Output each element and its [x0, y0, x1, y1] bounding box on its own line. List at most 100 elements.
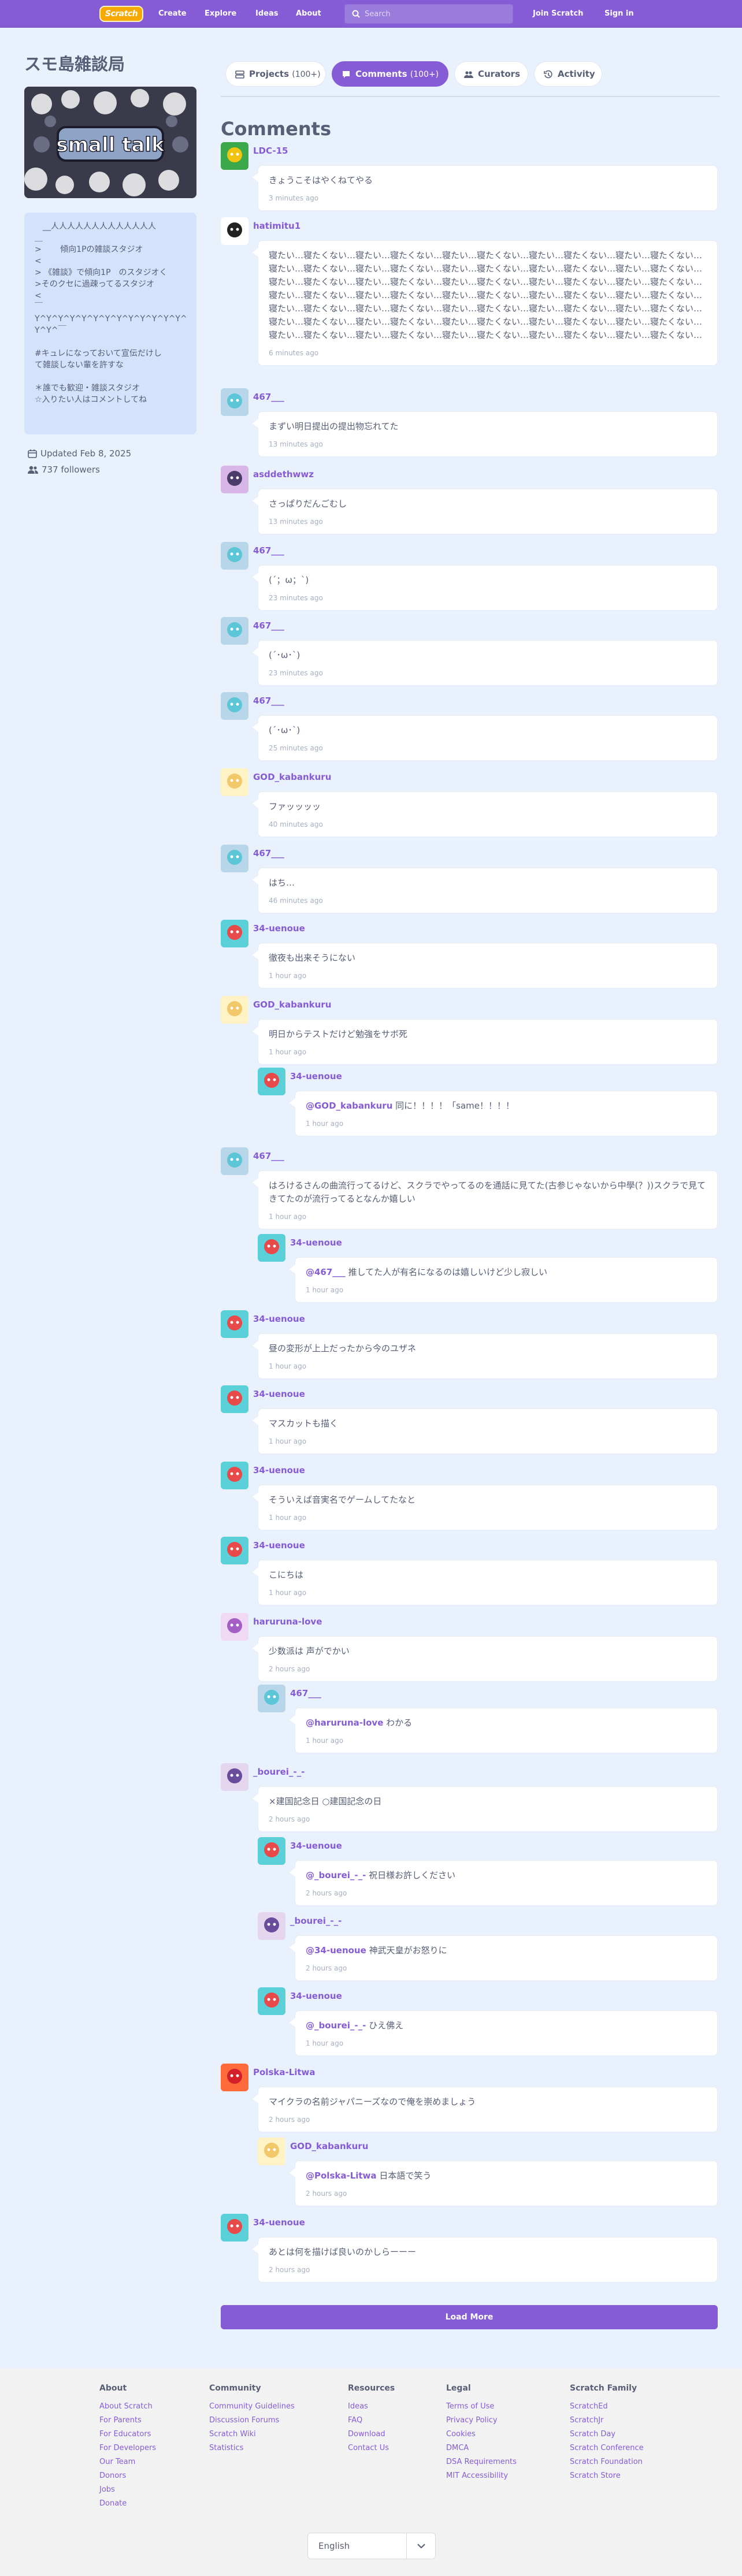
avatar[interactable] — [221, 217, 248, 245]
avatar[interactable] — [258, 1987, 285, 2015]
comment-author[interactable]: 467___ — [253, 1151, 284, 1161]
footer-link[interactable]: Community Guidelines — [209, 2400, 295, 2414]
avatar[interactable] — [221, 1385, 248, 1413]
footer-link[interactable]: Cookies — [446, 2428, 517, 2441]
avatar[interactable] — [221, 920, 248, 947]
footer-link[interactable]: For Educators — [99, 2428, 156, 2441]
footer-link[interactable]: Scratch Day — [570, 2428, 644, 2441]
comment-author[interactable]: 34-uenoue — [290, 1841, 342, 1851]
comment-author[interactable]: 34-uenoue — [253, 1465, 305, 1475]
comment-author[interactable]: 467___ — [253, 545, 284, 556]
comment-mention[interactable]: @467___ — [306, 1267, 346, 1277]
nav-ideas[interactable]: Ideas — [255, 0, 278, 28]
join-scratch-link[interactable]: Join Scratch — [533, 0, 583, 28]
footer-link[interactable]: DSA Requirements — [446, 2455, 517, 2469]
footer-link[interactable]: FAQ — [348, 2414, 395, 2428]
footer-link[interactable]: Scratch Store — [570, 2469, 644, 2483]
avatar[interactable] — [221, 466, 248, 493]
search-input[interactable] — [365, 5, 509, 23]
comment-author[interactable]: 34-uenoue — [253, 923, 305, 934]
tab-projects[interactable]: Projects (100+) — [225, 61, 326, 87]
avatar[interactable] — [258, 1912, 285, 1940]
footer-link[interactable]: Jobs — [99, 2483, 156, 2497]
tab-curators[interactable]: Curators — [454, 61, 528, 87]
comment-author[interactable]: hatimitu1 — [253, 221, 300, 231]
footer-link[interactable]: ScratchEd — [570, 2400, 644, 2414]
nav-create[interactable]: Create — [158, 0, 187, 28]
nav-explore[interactable]: Explore — [205, 0, 236, 28]
load-more-button[interactable]: Load More — [221, 2305, 718, 2329]
comment-mention[interactable]: @_bourei_-_- — [306, 1870, 366, 1880]
scratch-logo[interactable]: Scratch — [99, 6, 143, 22]
avatar[interactable] — [221, 768, 248, 796]
avatar[interactable] — [221, 996, 248, 1024]
avatar[interactable] — [258, 1837, 285, 1865]
comment-author[interactable]: 34-uenoue — [253, 1314, 305, 1324]
comment-mention[interactable]: @34-uenoue — [306, 1945, 366, 1956]
avatar[interactable] — [221, 542, 248, 570]
comment-author[interactable]: 467___ — [253, 392, 284, 402]
comment-author[interactable]: haruruna-love — [253, 1616, 322, 1627]
avatar[interactable] — [221, 2214, 248, 2242]
avatar[interactable] — [258, 1685, 285, 1712]
nav-about[interactable]: About — [296, 0, 321, 28]
footer-link[interactable]: About Scratch — [99, 2400, 156, 2414]
footer-link[interactable]: DMCA — [446, 2441, 517, 2455]
comment-author[interactable]: Polska-Litwa — [253, 2067, 316, 2077]
comment-author[interactable]: 34-uenoue — [253, 1389, 305, 1399]
comment-author[interactable]: _bourei_-_- — [290, 1916, 342, 1926]
comment-author[interactable]: 467___ — [253, 620, 284, 631]
avatar[interactable] — [221, 845, 248, 872]
comment-author[interactable]: 34-uenoue — [253, 1540, 305, 1551]
footer-link[interactable]: Donors — [99, 2469, 156, 2483]
footer-link[interactable]: For Parents — [99, 2414, 156, 2428]
footer-link[interactable]: Terms of Use — [446, 2400, 517, 2414]
avatar[interactable] — [221, 2064, 248, 2091]
avatar[interactable] — [221, 1613, 248, 1641]
comment-author[interactable]: 467___ — [253, 848, 284, 858]
comment-author[interactable]: GOD_kabankuru — [253, 772, 331, 782]
comment-author[interactable]: 34-uenoue — [290, 1237, 342, 1248]
footer-link[interactable]: For Developers — [99, 2441, 156, 2455]
footer-link[interactable]: Ideas — [348, 2400, 395, 2414]
comment-author[interactable]: LDC-15 — [253, 146, 288, 156]
tab-comments[interactable]: Comments (100+) — [332, 61, 448, 87]
avatar[interactable] — [258, 1234, 285, 1262]
footer-link[interactable]: Contact Us — [348, 2441, 395, 2455]
comment-mention[interactable]: @Polska-Litwa — [306, 2170, 377, 2181]
comment-author[interactable]: 467___ — [253, 696, 284, 706]
footer-link[interactable]: Download — [348, 2428, 395, 2441]
avatar[interactable] — [258, 1068, 285, 1095]
avatar[interactable] — [221, 1310, 248, 1338]
footer-link[interactable]: Scratch Wiki — [209, 2428, 295, 2441]
comment-author[interactable]: 34-uenoue — [253, 2217, 305, 2228]
avatar[interactable] — [221, 617, 248, 645]
language-dropdown[interactable] — [406, 2533, 435, 2559]
footer-link[interactable]: Privacy Policy — [446, 2414, 517, 2428]
comment-author[interactable]: GOD_kabankuru — [253, 999, 331, 1010]
avatar[interactable] — [221, 1147, 248, 1175]
comment-author[interactable]: 467___ — [290, 1688, 321, 1698]
avatar[interactable] — [221, 388, 248, 416]
comment-author[interactable]: GOD_kabankuru — [290, 2141, 368, 2151]
comment-author[interactable]: 34-uenoue — [290, 1071, 342, 1081]
language-select[interactable]: English — [307, 2533, 436, 2559]
avatar[interactable] — [221, 142, 248, 170]
tab-activity[interactable]: Activity — [534, 61, 602, 87]
comment-mention[interactable]: @GOD_kabankuru — [306, 1101, 392, 1111]
comment-author[interactable]: 34-uenoue — [290, 1991, 342, 2001]
comment-mention[interactable]: @_bourei_-_- — [306, 2020, 366, 2031]
footer-link[interactable]: Scratch Conference — [570, 2441, 644, 2455]
footer-link[interactable]: Statistics — [209, 2441, 295, 2455]
avatar[interactable] — [221, 692, 248, 720]
footer-link[interactable]: Our Team — [99, 2455, 156, 2469]
avatar[interactable] — [221, 1537, 248, 1564]
comment-author[interactable]: asddethwwz — [253, 469, 314, 479]
sign-in-link[interactable]: Sign in — [604, 0, 634, 28]
footer-link[interactable]: ScratchJr — [570, 2414, 644, 2428]
footer-link[interactable]: Scratch Foundation — [570, 2455, 644, 2469]
avatar[interactable] — [221, 1462, 248, 1489]
footer-link[interactable]: Discussion Forums — [209, 2414, 295, 2428]
avatar[interactable] — [221, 1763, 248, 1791]
comment-mention[interactable]: @haruruna-love — [306, 1718, 383, 1728]
